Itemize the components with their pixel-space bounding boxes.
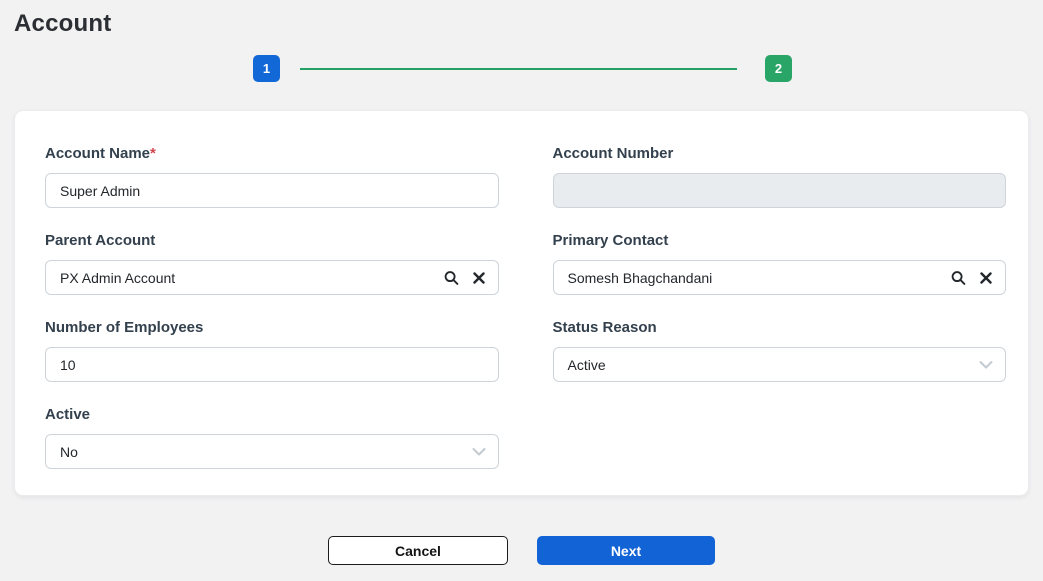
parent-account-label: Parent Account	[45, 232, 156, 249]
step-2-indicator[interactable]: 2	[765, 55, 792, 82]
number-of-employees-input[interactable]	[45, 347, 499, 382]
clear-icon[interactable]	[980, 271, 992, 284]
parent-account-lookup	[45, 260, 499, 295]
field-number-of-employees: Number of Employees	[45, 319, 499, 382]
active-select[interactable]: No	[45, 434, 499, 469]
stepper-connector-line	[300, 67, 737, 70]
search-icon[interactable]	[951, 270, 966, 285]
chevron-down-icon	[979, 360, 993, 369]
account-number-label: Account Number	[552, 145, 674, 162]
account-name-label: Account Name*	[45, 145, 499, 162]
status-reason-selected-value: Active	[567, 356, 606, 373]
field-status-reason: Status Reason Active	[552, 319, 1006, 382]
active-label: Active	[45, 406, 91, 423]
status-reason-label: Status Reason	[552, 319, 657, 336]
account-number-input	[552, 173, 1006, 208]
field-primary-contact: Primary Contact	[552, 232, 1006, 295]
chevron-down-icon	[472, 447, 486, 456]
required-asterisk: *	[150, 145, 156, 162]
field-account-number: Account Number	[552, 145, 1006, 208]
clear-icon[interactable]	[472, 271, 485, 284]
field-account-name: Account Name*	[45, 145, 499, 208]
parent-account-input[interactable]	[45, 260, 499, 295]
primary-contact-label: Primary Contact	[552, 232, 669, 249]
wizard-stepper: 1 2	[253, 55, 792, 82]
primary-contact-lookup	[552, 260, 1006, 295]
account-name-input[interactable]	[45, 173, 499, 208]
step-1-indicator[interactable]: 1	[253, 55, 280, 82]
primary-contact-input[interactable]	[552, 260, 1006, 295]
search-icon[interactable]	[444, 270, 459, 285]
field-parent-account: Parent Account	[45, 232, 499, 295]
status-reason-select[interactable]: Active	[552, 347, 1006, 382]
active-selected-value: No	[60, 443, 78, 460]
next-button[interactable]: Next	[537, 536, 715, 565]
account-form-card: Account Name* Account Number Parent Acco…	[14, 110, 1029, 496]
number-of-employees-label: Number of Employees	[45, 319, 204, 336]
form-grid: Account Name* Account Number Parent Acco…	[45, 145, 1006, 469]
account-name-label-text: Account Name	[45, 145, 151, 162]
cancel-button[interactable]: Cancel	[328, 536, 508, 565]
footer-actions: Cancel Next	[0, 536, 1043, 565]
page-title: Account	[14, 10, 112, 37]
field-active: Active No	[45, 406, 499, 469]
